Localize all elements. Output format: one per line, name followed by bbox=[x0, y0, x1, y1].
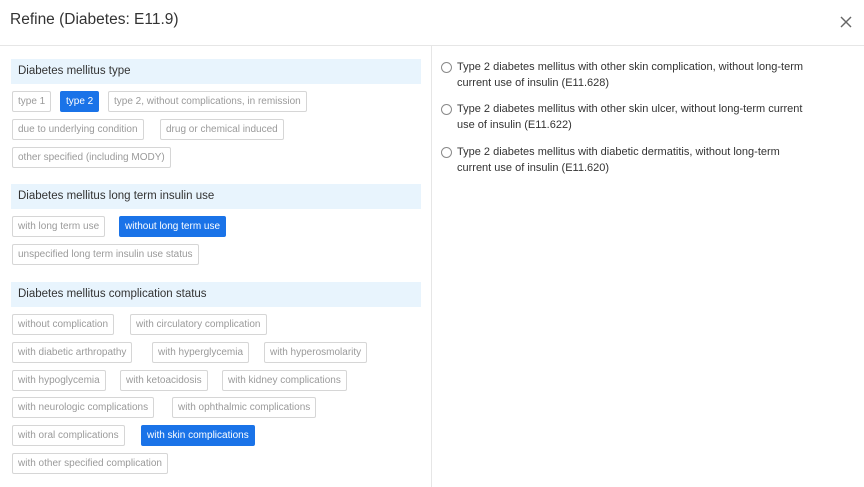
chip-with-circulatory-complication[interactable]: with circulatory complication bbox=[130, 314, 267, 335]
chip-with-hyperglycemia[interactable]: with hyperglycemia bbox=[152, 342, 250, 363]
refine-filters-panel bbox=[0, 46, 432, 487]
result-text: Type 2 diabetes mellitus with diabetic d… bbox=[457, 146, 780, 174]
chip-with-ketoacidosis[interactable]: with ketoacidosis bbox=[120, 370, 208, 391]
radio-button[interactable] bbox=[441, 62, 452, 73]
section-heading-diabetes-type: Diabetes mellitus type bbox=[11, 59, 421, 84]
chip-drug-or-chemical-induced[interactable]: drug or chemical induced bbox=[160, 119, 284, 140]
chip-other-specified-mody[interactable]: other specified (including MODY) bbox=[12, 147, 171, 168]
chip-with-diabetic-arthropathy[interactable]: with diabetic arthropathy bbox=[12, 342, 133, 363]
chip-with-ophthalmic-complications[interactable]: with ophthalmic complications bbox=[172, 397, 317, 418]
radio-button[interactable] bbox=[441, 147, 452, 158]
close-icon[interactable] bbox=[838, 12, 854, 32]
dialog-title: Refine (Diabetes: E11.9) bbox=[10, 11, 179, 28]
chip-with-long-term-use[interactable]: with long term use bbox=[12, 216, 106, 237]
chip-type-2-in-remission[interactable]: type 2, without complications, in remiss… bbox=[108, 91, 307, 112]
chip-unspecified-insulin-use[interactable]: unspecified long term insulin use status bbox=[12, 244, 199, 265]
radio-button[interactable] bbox=[441, 104, 452, 115]
chip-type-1[interactable]: type 1 bbox=[12, 91, 52, 112]
chip-with-other-specified-complication[interactable]: with other specified complication bbox=[12, 453, 168, 474]
chip-with-hypoglycemia[interactable]: with hypoglycemia bbox=[12, 370, 106, 391]
chip-with-hyperosmolarity[interactable]: with hyperosmolarity bbox=[264, 342, 368, 363]
dialog-header: Refine (Diabetes: E11.9) bbox=[0, 0, 864, 46]
section-heading-complication-status: Diabetes mellitus complication status bbox=[11, 282, 421, 307]
result-text: Type 2 diabetes mellitus with other skin… bbox=[457, 61, 804, 89]
chip-without-complication[interactable]: without complication bbox=[12, 314, 115, 335]
section-heading-insulin-use: Diabetes mellitus long term insulin use bbox=[11, 184, 421, 209]
chip-without-long-term-use[interactable]: without long term use bbox=[119, 216, 227, 237]
chip-with-oral-complications[interactable]: with oral complications bbox=[12, 425, 125, 446]
chip-with-kidney-complications[interactable]: with kidney complications bbox=[222, 370, 347, 391]
chip-with-skin-complications[interactable]: with skin complications bbox=[141, 425, 255, 446]
chip-type-2[interactable]: type 2 bbox=[60, 91, 100, 112]
result-text: Type 2 diabetes mellitus with other skin… bbox=[457, 103, 803, 131]
chip-with-neurologic-complications[interactable]: with neurologic complications bbox=[12, 397, 155, 418]
chip-due-to-underlying-condition[interactable]: due to underlying condition bbox=[12, 119, 144, 140]
